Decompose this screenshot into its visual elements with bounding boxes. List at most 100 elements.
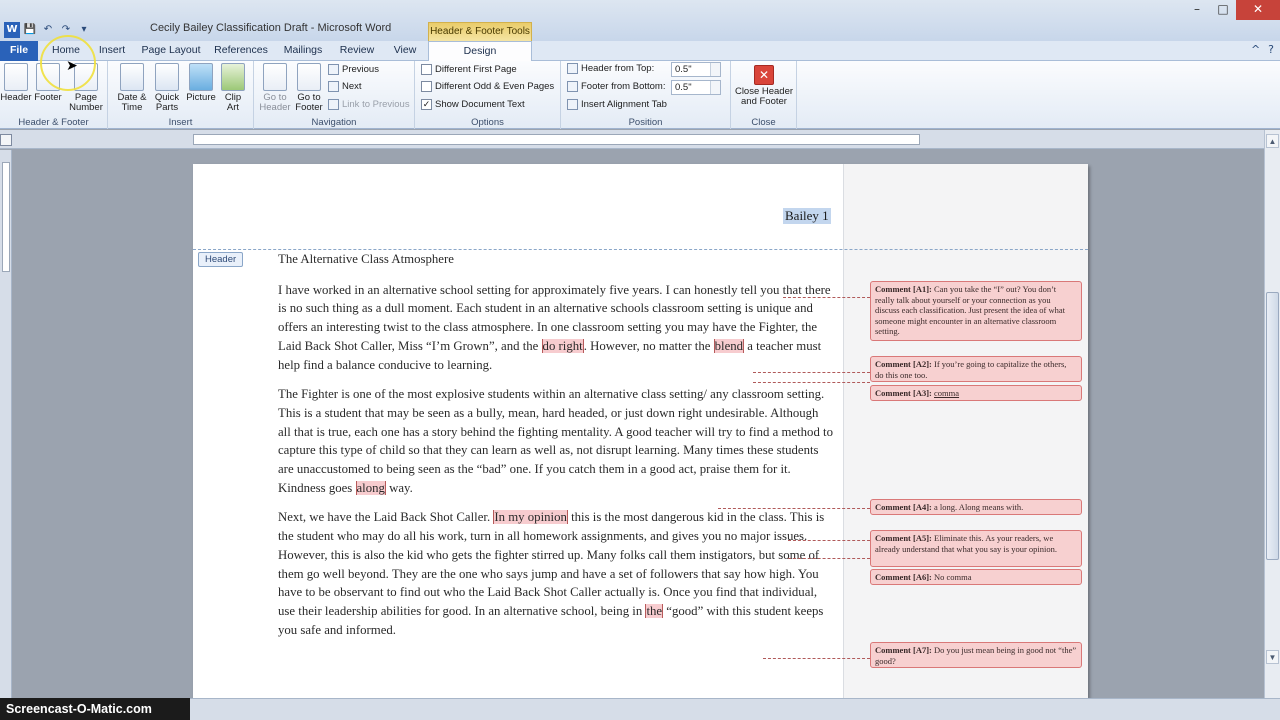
quick-parts-button[interactable]: Quick Parts: [150, 63, 184, 113]
header-from-top-row: Header from Top:: [567, 63, 654, 74]
insert-alignment-tab-label: Insert Alignment Tab: [581, 99, 667, 110]
header-button[interactable]: Header: [0, 63, 32, 103]
comment-highlight-a4[interactable]: along: [355, 480, 386, 495]
header-from-top-input[interactable]: 0.5": [671, 62, 721, 77]
comment-a7[interactable]: Comment [A7]: Do you just mean being in …: [870, 642, 1082, 668]
different-first-page-label: Different First Page: [435, 64, 517, 75]
scrollbar-thumb[interactable]: [1266, 292, 1279, 560]
screencast-watermark: Screencast-O-Matic.com: [0, 698, 190, 720]
comment-highlight-a7[interactable]: the: [645, 603, 664, 618]
comment-a2[interactable]: Comment [A2]: If you’re going to capital…: [870, 356, 1082, 382]
footer-from-bottom-label: Footer from Bottom:: [581, 81, 666, 92]
alignment-tab-icon: [567, 99, 578, 110]
close-header-footer-label: Close Header and Footer: [734, 86, 794, 107]
comment-a4[interactable]: Comment [A4]: a long. Along means with.: [870, 499, 1082, 515]
date-time-button[interactable]: Date & Time: [116, 63, 148, 113]
word-app-icon[interactable]: W: [4, 22, 20, 38]
different-odd-even-checkbox[interactable]: [421, 81, 432, 92]
scroll-up-arrow-icon[interactable]: ▲: [1266, 134, 1279, 148]
insert-alignment-tab-button[interactable]: Insert Alignment Tab: [567, 99, 667, 110]
go-to-footer-icon: [297, 63, 321, 91]
tab-selector-icon[interactable]: [0, 134, 12, 146]
footer-from-bottom-row: Footer from Bottom:: [567, 81, 665, 92]
customize-qat-icon[interactable]: ▾: [76, 22, 92, 38]
comment-a2-id: Comment [A2]:: [875, 359, 932, 369]
date-time-label: Date & Time: [117, 92, 147, 113]
minimize-ribbon-icon[interactable]: ^: [1251, 43, 1260, 56]
comment-a6[interactable]: Comment [A6]: No comma: [870, 569, 1082, 585]
p2-text-b: way.: [385, 480, 413, 495]
document-body[interactable]: The Alternative Class Atmosphere I have …: [278, 250, 834, 650]
go-to-footer-button[interactable]: Go to Footer: [292, 63, 326, 113]
comment-a1-id: Comment [A1]:: [875, 284, 932, 294]
close-window-button[interactable]: ✕: [1236, 0, 1280, 20]
link-to-previous-button[interactable]: Link to Previous: [328, 99, 410, 110]
ruler-strip[interactable]: [193, 134, 920, 145]
header-icon: [4, 63, 28, 91]
paragraph-2[interactable]: The Fighter is one of the most explosive…: [278, 385, 834, 497]
group-label-navigation: Navigation: [311, 117, 357, 128]
tab-review[interactable]: Review: [335, 41, 379, 61]
comment-a1[interactable]: Comment [A1]: Can you take the “I” out? …: [870, 281, 1082, 341]
close-header-footer-button[interactable]: ✕ Close Header and Footer: [733, 65, 795, 107]
tab-insert[interactable]: Insert: [92, 41, 132, 61]
help-icons: ^ ?: [1251, 43, 1274, 56]
minimize-button[interactable]: –: [1184, 0, 1210, 20]
tab-mailings[interactable]: Mailings: [278, 41, 328, 61]
maximize-button[interactable]: □: [1210, 0, 1236, 20]
tab-view[interactable]: View: [386, 41, 424, 61]
horizontal-ruler[interactable]: [0, 130, 1280, 149]
comment-leader-a1: [783, 297, 870, 298]
document-page[interactable]: Bailey 1 Header The Alternative Class At…: [193, 164, 1088, 698]
clip-art-button[interactable]: Clip Art: [218, 63, 248, 113]
comment-leader-a5: [788, 540, 870, 541]
comment-a3-text: comma: [934, 388, 960, 398]
paragraph-3[interactable]: Next, we have the Laid Back Shot Caller.…: [278, 508, 834, 639]
markup-pane: [843, 164, 1088, 698]
different-first-page-option[interactable]: Different First Page: [421, 64, 517, 75]
go-to-header-button[interactable]: Go to Header: [258, 63, 292, 113]
scroll-down-arrow-icon[interactable]: ▼: [1266, 650, 1279, 664]
link-icon: [328, 99, 339, 110]
vertical-ruler-strip[interactable]: [2, 162, 10, 272]
footer-from-bottom-input[interactable]: 0.5": [671, 80, 721, 95]
comment-a6-text: No comma: [934, 572, 972, 582]
help-icon[interactable]: ?: [1268, 43, 1274, 56]
header-position-icon: [567, 63, 578, 74]
show-document-text-option[interactable]: ✓ Show Document Text: [421, 99, 525, 110]
previous-label: Previous: [342, 64, 379, 75]
comment-highlight-a3[interactable]: blend: [713, 338, 745, 353]
comment-a3[interactable]: Comment [A3]: comma: [870, 385, 1082, 401]
header-tag: Header: [198, 252, 244, 267]
previous-button[interactable]: Previous: [328, 64, 379, 75]
page-number-label: Page Number: [69, 92, 103, 113]
group-position: Header from Top: 0.5" Footer from Bottom…: [561, 61, 731, 129]
group-close: ✕ Close Header and Footer Close: [731, 61, 797, 129]
p2-text-a: The Fighter is one of the most explosive…: [278, 387, 833, 495]
next-button[interactable]: Next: [328, 81, 362, 92]
show-document-text-checkbox[interactable]: ✓: [421, 99, 432, 110]
p3-text-a: Next, we have the Laid Back Shot Caller.: [278, 510, 494, 525]
p1-text-b: . However, no matter the: [583, 338, 714, 353]
vertical-ruler[interactable]: [0, 150, 12, 698]
tab-design[interactable]: Design: [428, 41, 532, 61]
clip-art-icon: [221, 63, 245, 91]
vertical-scrollbar[interactable]: ▲ ▼: [1264, 130, 1280, 698]
comment-a5[interactable]: Comment [A5]: Eliminate this. As your re…: [870, 530, 1082, 567]
header-page-number[interactable]: Bailey 1: [783, 208, 831, 224]
tab-file[interactable]: File: [0, 41, 38, 61]
picture-button[interactable]: Picture: [184, 63, 218, 103]
tab-page-layout[interactable]: Page Layout: [138, 41, 204, 61]
comment-highlight-a2[interactable]: do right: [541, 338, 584, 353]
footer-button-label: Footer: [34, 92, 62, 103]
save-icon[interactable]: 💾: [22, 22, 38, 38]
tab-references[interactable]: References: [211, 41, 271, 61]
clip-art-label: Clip Art: [224, 92, 242, 113]
go-to-header-icon: [263, 63, 287, 91]
different-first-page-checkbox[interactable]: [421, 64, 432, 75]
comment-highlight-a5[interactable]: In my opinion: [493, 510, 568, 525]
different-odd-even-option[interactable]: Different Odd & Even Pages: [421, 81, 554, 92]
paragraph-1[interactable]: I have worked in an alternative school s…: [278, 281, 834, 375]
quick-parts-icon: [155, 63, 179, 91]
undo-icon[interactable]: ↶: [40, 22, 56, 38]
